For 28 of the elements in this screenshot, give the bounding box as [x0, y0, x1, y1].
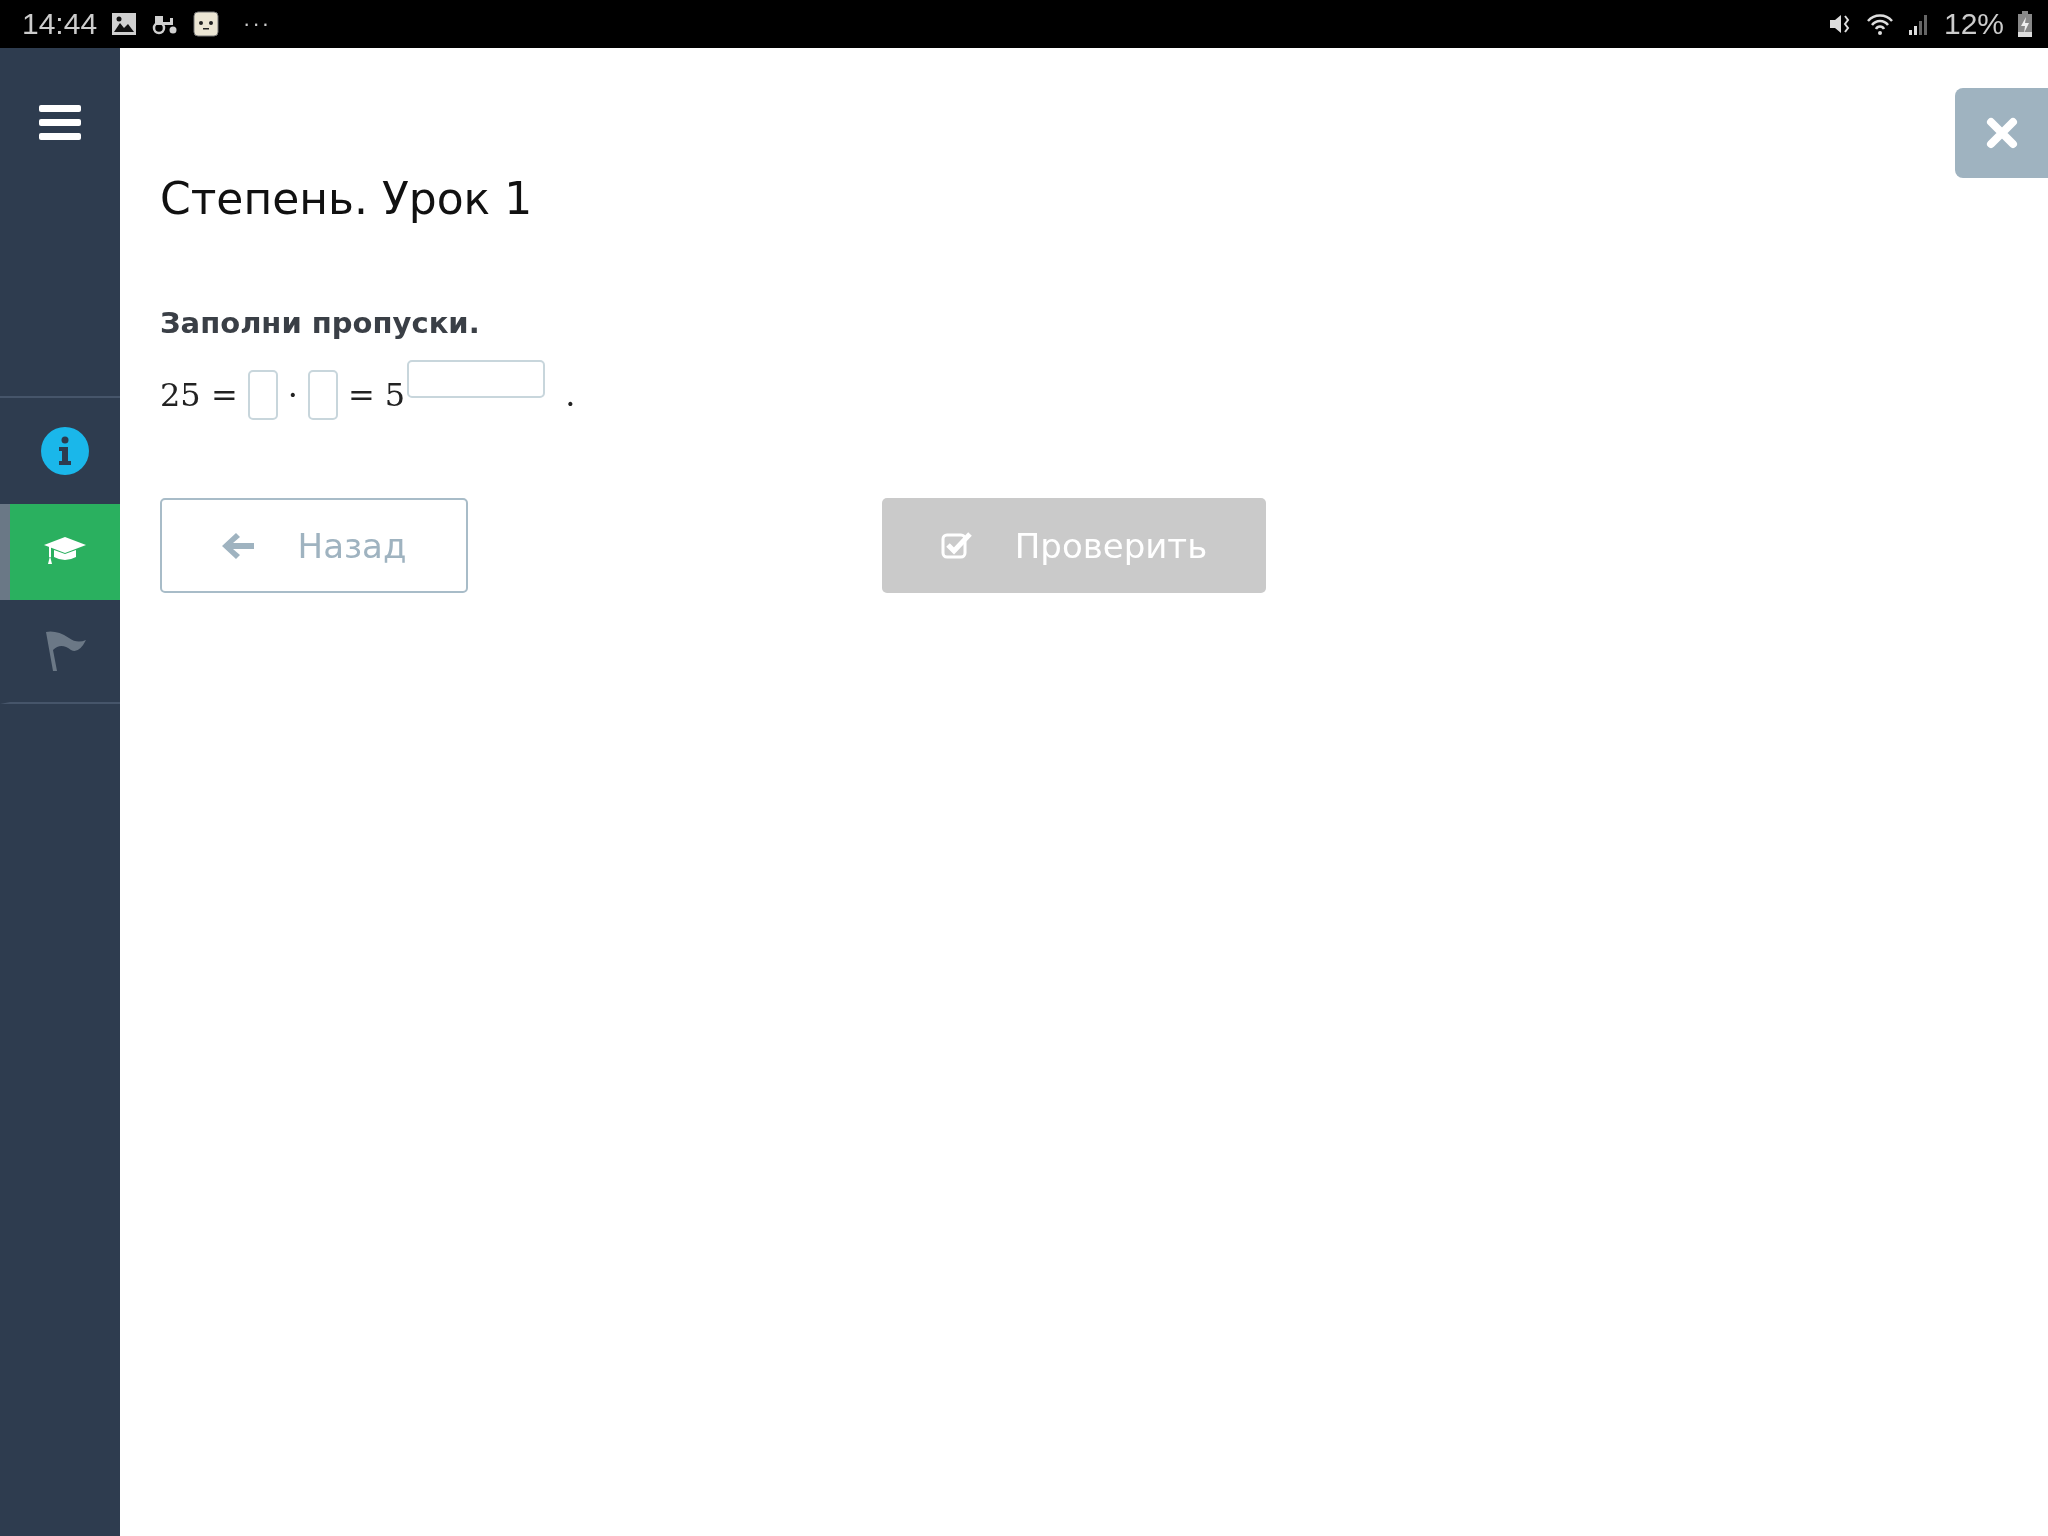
equation-text: · [287, 376, 298, 414]
close-icon [1984, 116, 2019, 150]
battery-percent: 12% [1943, 7, 2004, 41]
app-icon [193, 11, 220, 37]
graduation-cap-icon [44, 537, 86, 567]
info-icon [41, 427, 89, 475]
lesson-tab[interactable] [0, 504, 120, 600]
equation-text: . [565, 376, 576, 414]
battery-charging-icon [2018, 11, 2032, 37]
equation-text: 25 = [160, 376, 238, 414]
answer-box[interactable] [307, 370, 338, 420]
menu-icon[interactable] [39, 105, 81, 141]
equation-text: = 5 [347, 376, 406, 414]
image-icon [111, 12, 138, 36]
instruction-text: Заполни пропуски. [160, 306, 481, 340]
signal-icon [1907, 12, 1930, 36]
arrow-left-icon [221, 531, 256, 560]
mute-icon [1827, 12, 1852, 36]
answer-box[interactable] [247, 370, 278, 420]
wifi-icon [1865, 12, 1894, 36]
flag-icon [43, 630, 87, 672]
back-button[interactable]: Назад [160, 498, 468, 593]
more-notifications: ··· [243, 11, 272, 37]
status-time: 14:44 [22, 7, 98, 41]
exponent-box[interactable] [407, 360, 546, 398]
checkbox-icon [940, 530, 973, 561]
close-button[interactable] [1955, 88, 2048, 178]
lesson-title: Степень. Урок 1 [160, 173, 534, 224]
